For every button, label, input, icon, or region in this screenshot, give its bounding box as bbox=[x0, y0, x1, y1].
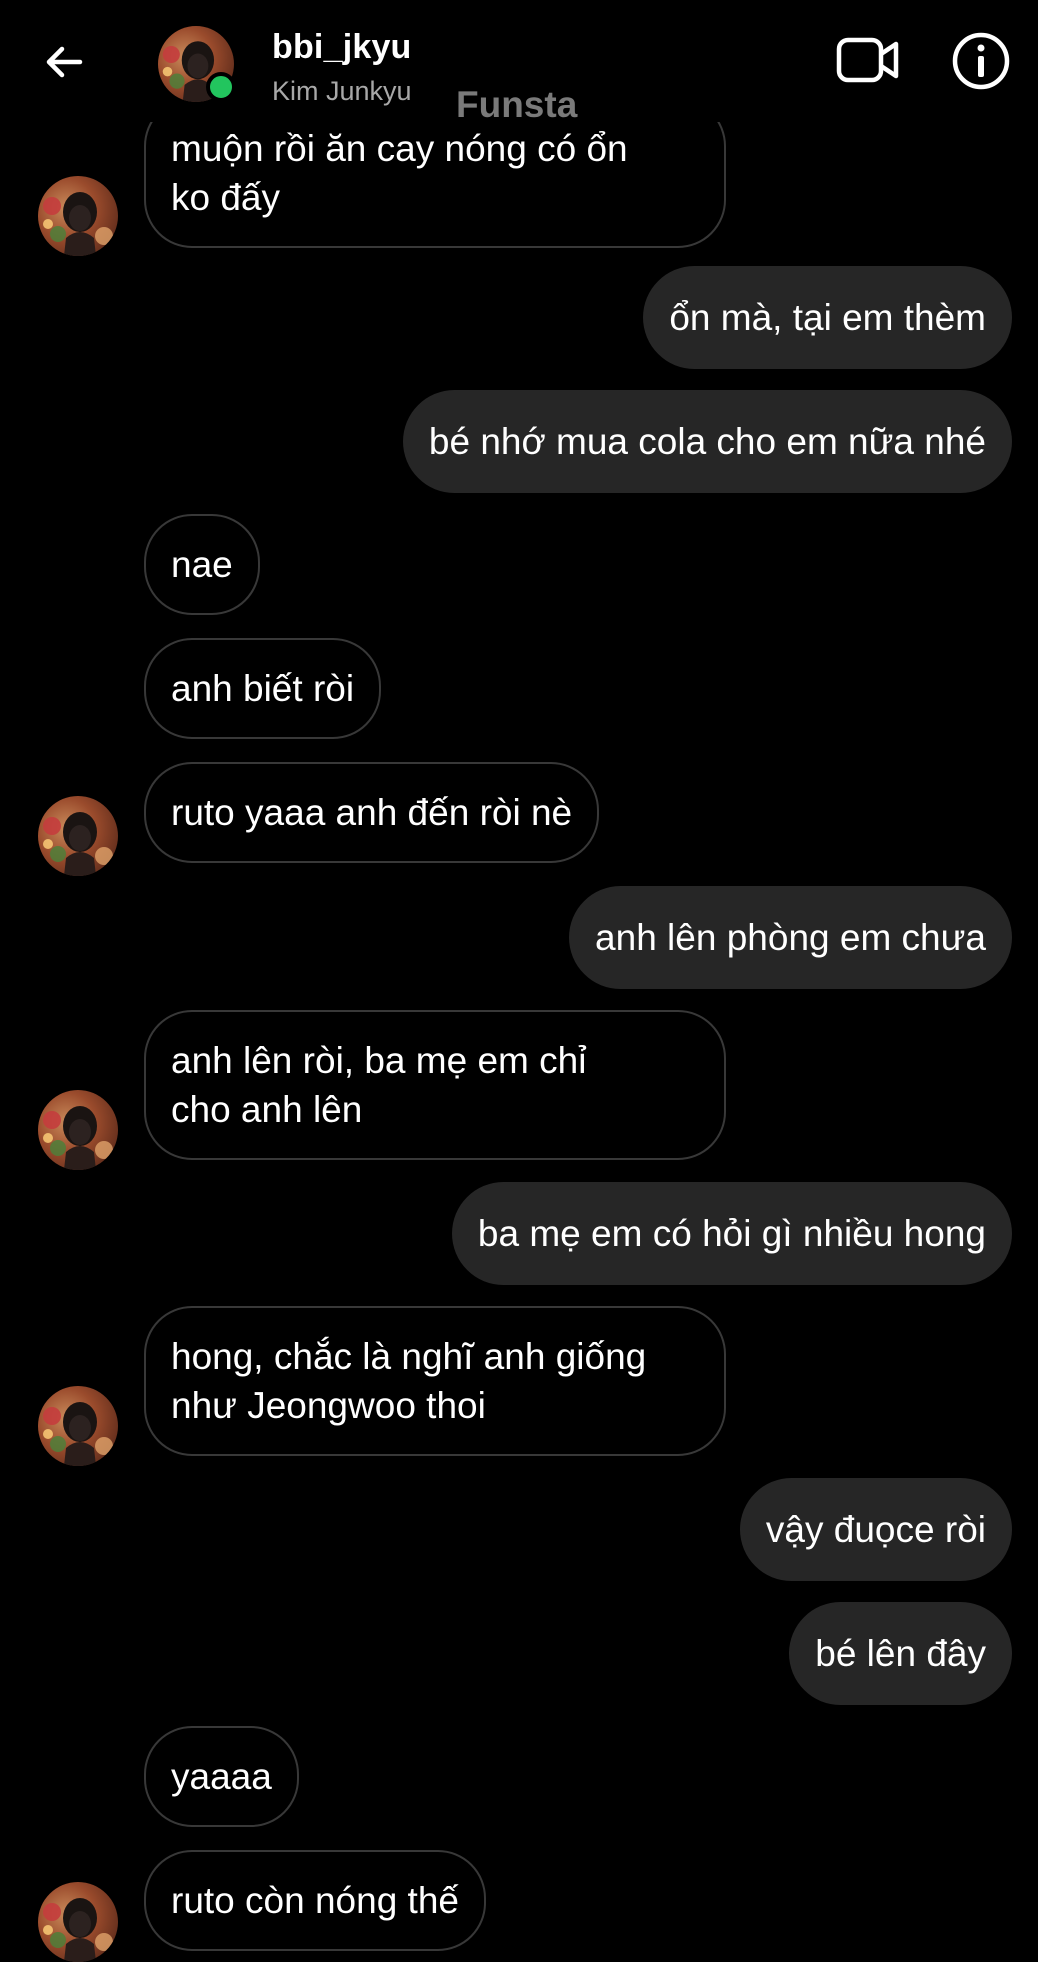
back-button[interactable] bbox=[28, 26, 100, 98]
sender-avatar[interactable] bbox=[38, 796, 118, 876]
sender-avatar[interactable] bbox=[38, 1090, 118, 1170]
video-call-button[interactable] bbox=[834, 28, 902, 92]
incoming-message[interactable]: anh biết ròi bbox=[144, 638, 382, 739]
chat-header: bbi_jkyu Kim Junkyu Funsta bbox=[0, 0, 1038, 125]
outgoing-message[interactable]: bé nhớ mua cola cho em nữa nhé bbox=[402, 390, 1012, 493]
outgoing-message[interactable]: anh lên phòng em chưa bbox=[569, 886, 1012, 989]
sender-avatar[interactable] bbox=[38, 1882, 118, 1962]
incoming-message[interactable]: ruto yaaa anh đến ròi nè bbox=[144, 762, 600, 863]
incoming-message[interactable]: ruto còn nóng thế bbox=[144, 1850, 486, 1951]
watermark-text: Funsta bbox=[456, 84, 578, 125]
conversation-info-button[interactable] bbox=[948, 28, 1014, 94]
arrow-left-icon bbox=[46, 46, 83, 78]
outgoing-message[interactable]: bé lên đây bbox=[789, 1602, 1012, 1705]
contact-avatar[interactable] bbox=[158, 26, 236, 102]
info-circle-icon bbox=[952, 32, 1010, 90]
sender-avatar[interactable] bbox=[38, 1386, 118, 1466]
incoming-message[interactable]: yaaaa bbox=[144, 1726, 299, 1827]
outgoing-message[interactable]: vậy đuọce ròi bbox=[739, 1478, 1012, 1581]
outgoing-message[interactable]: ổn mà, tại em thèm bbox=[643, 266, 1012, 369]
contact-username[interactable]: bbi_jkyu bbox=[272, 28, 412, 67]
incoming-message[interactable]: hong, chắc là nghĩ anh giống như Jeongwo… bbox=[144, 1306, 726, 1456]
incoming-message[interactable]: nae bbox=[144, 514, 260, 615]
contact-full-name[interactable]: Kim Junkyu bbox=[272, 76, 412, 107]
sender-avatar[interactable] bbox=[38, 176, 118, 256]
outgoing-message[interactable]: ba mẹ em có hỏi gì nhiều hong bbox=[451, 1182, 1012, 1285]
online-status-indicator bbox=[206, 72, 236, 102]
video-camera-icon bbox=[836, 37, 899, 83]
incoming-message[interactable]: anh lên ròi, ba mẹ em chỉ cho anh lên bbox=[144, 1010, 726, 1160]
message-thread[interactable]: muộn rồi ăn cay nóng có ổn ko đấy ổn mà,… bbox=[0, 0, 1038, 1920]
